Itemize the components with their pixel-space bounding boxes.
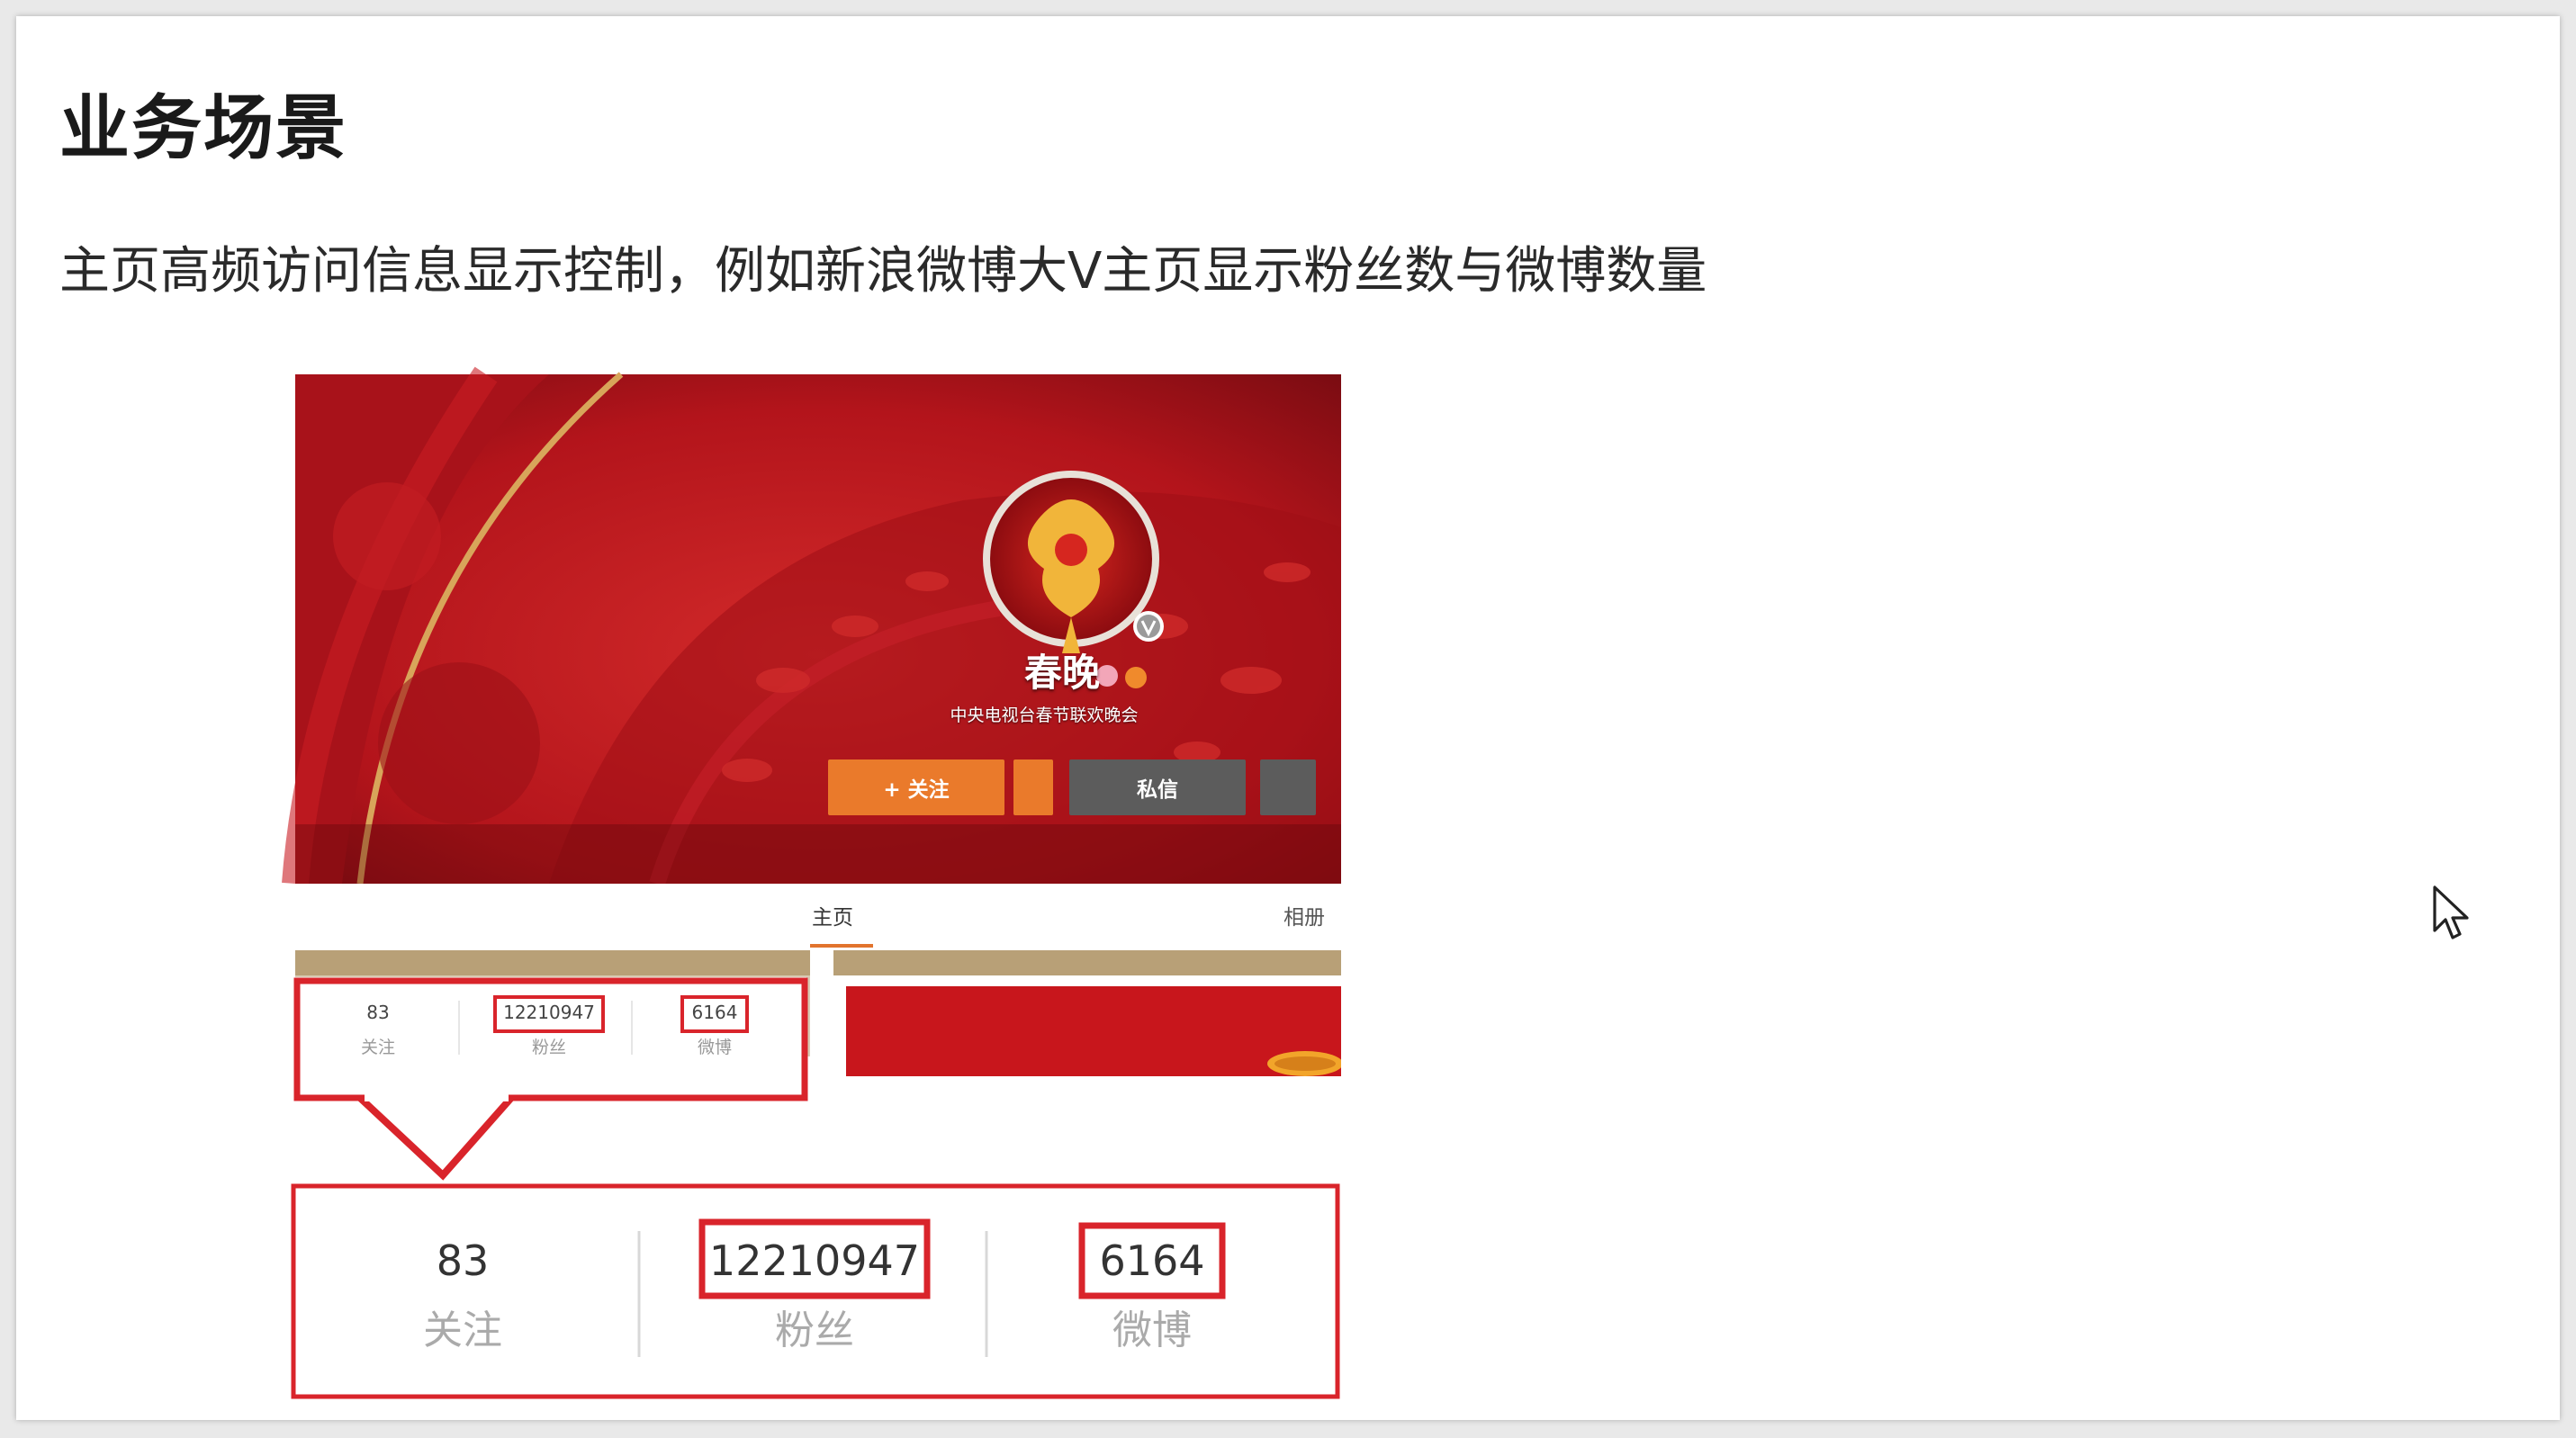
- tab-album[interactable]: 相册: [1283, 900, 1325, 930]
- following-count: 83: [436, 1236, 490, 1285]
- profile-name: 春晚: [1023, 651, 1100, 695]
- follow-button[interactable]: + 关注: [828, 759, 1004, 815]
- slide: 业务场景 主页高频访问信息显示控制，例如新浪微博大V主页显示粉丝数与微博数量 春…: [16, 16, 2560, 1420]
- slide-description: 主页高频访问信息显示控制，例如新浪微博大V主页显示粉丝数与微博数量: [59, 242, 1707, 301]
- tab-home[interactable]: 主页: [812, 900, 853, 930]
- small-posts-count: 6164: [691, 1002, 738, 1023]
- profile-subtitle: 中央电视台春节联欢晚会: [950, 706, 1139, 725]
- followers-count: 12210947: [708, 1236, 921, 1285]
- more-menu-button[interactable]: [1260, 759, 1316, 815]
- following-label: 关注: [423, 1308, 502, 1353]
- small-following-count: 83: [366, 1002, 390, 1023]
- small-followers-count: 12210947: [503, 1002, 595, 1023]
- message-button[interactable]: 私信: [1069, 759, 1246, 815]
- large-stats-card: [291, 1183, 1340, 1399]
- verified-badge-icon: [1133, 611, 1164, 642]
- small-followers-label: 粉丝: [531, 1038, 566, 1057]
- column-divider: [810, 950, 833, 1056]
- posts-label: 微博: [1112, 1308, 1192, 1353]
- small-posts-label: 微博: [697, 1038, 732, 1057]
- slide-title: 业务场景: [59, 88, 348, 169]
- tab-active-indicator: [810, 944, 873, 948]
- weibo-profile-screenshot: 春晚 中央电视台春节联欢晚会 + 关注 私信 主页 相册 83 关注 12210…: [279, 356, 1341, 1409]
- follow-dropdown-button[interactable]: [1013, 759, 1053, 815]
- posts-count: 6164: [1099, 1236, 1205, 1285]
- mouse-cursor-icon: [2433, 885, 2469, 939]
- followers-label: 粉丝: [775, 1308, 854, 1353]
- small-following-label: 关注: [360, 1038, 395, 1057]
- right-red-card: [846, 986, 1341, 1076]
